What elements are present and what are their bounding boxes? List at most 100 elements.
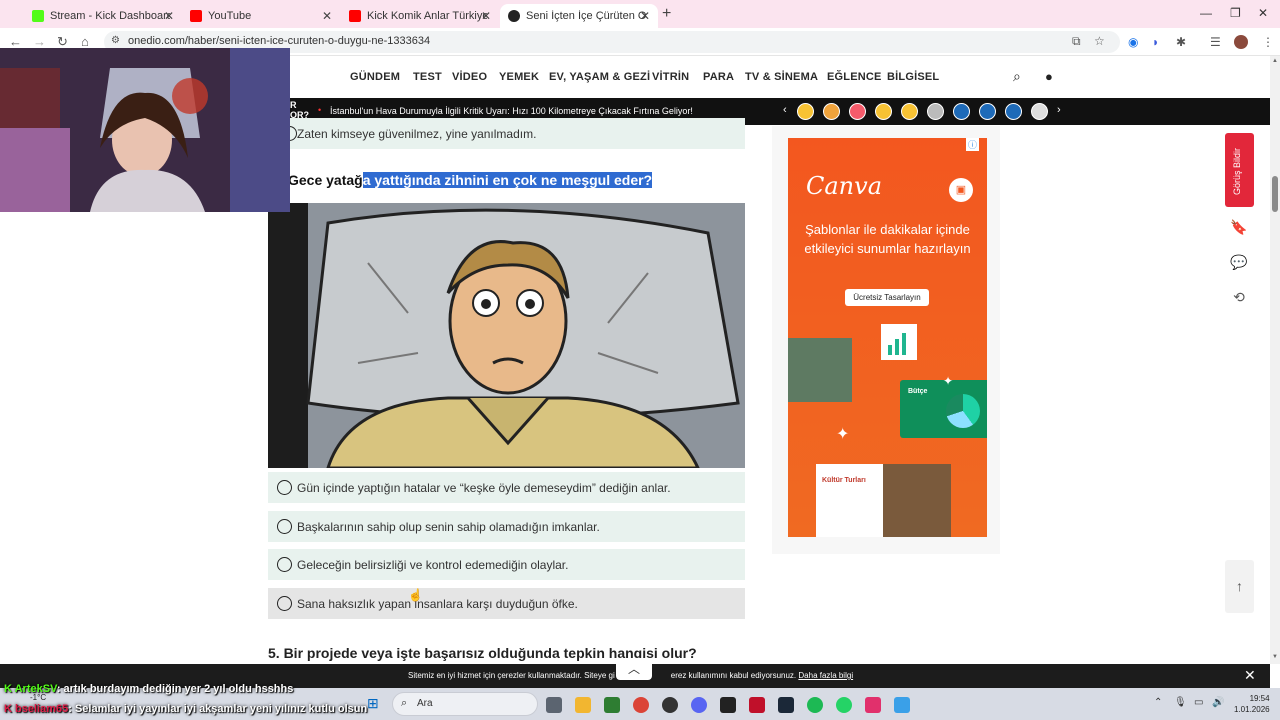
nav-video[interactable]: VİDEO: [452, 71, 487, 83]
site-info-icon[interactable]: ⚙: [111, 35, 120, 46]
question-title: Gece yatağa yattığında zihnini en çok ne…: [288, 172, 653, 188]
extensions-puzzle-icon[interactable]: ✱: [1176, 35, 1186, 49]
instagram-icon[interactable]: [865, 697, 881, 713]
answer-option-4[interactable]: Sana haksızlık yapan insanlara karşı duy…: [268, 588, 745, 619]
canva-logo: Canva: [806, 172, 882, 200]
tab-onedio[interactable]: Seni İçten İçe Çürüten O Duygu ✕: [500, 4, 658, 28]
taskbar-search[interactable]: ⌕ Ara: [392, 692, 538, 716]
reaction-icon[interactable]: [1031, 103, 1048, 120]
radio-icon[interactable]: [277, 480, 292, 495]
tab-youtube[interactable]: YouTube ✕: [182, 4, 340, 28]
spotify-icon[interactable]: [807, 697, 823, 713]
cookie-close-icon[interactable]: ✕: [1244, 667, 1256, 684]
chevron-left-icon[interactable]: ‹: [783, 104, 787, 116]
extension-audio-icon[interactable]: ◗: [1152, 35, 1159, 49]
close-icon[interactable]: ✕: [640, 9, 650, 23]
extension-blue-icon[interactable]: ◉: [1128, 35, 1138, 49]
nav-tv-sinema[interactable]: TV & SİNEMA: [745, 71, 818, 83]
answer-option-3[interactable]: Geleceğin belirsizliği ve kontrol edemed…: [268, 549, 745, 580]
app-icon[interactable]: [604, 697, 620, 713]
volume-icon[interactable]: 🔊: [1212, 697, 1224, 708]
nav-para[interactable]: PARA: [703, 71, 734, 83]
ad-info-icon[interactable]: ⓘ: [966, 138, 980, 151]
search-icon[interactable]: ⌕: [1013, 68, 1021, 85]
chat-text: : Selamlar iyi yayınlar iyi akşamlar yen…: [68, 703, 368, 715]
app-icon[interactable]: [749, 697, 765, 713]
radio-icon[interactable]: [277, 557, 292, 572]
reaction-icon[interactable]: [823, 103, 840, 120]
steam-icon[interactable]: [778, 697, 794, 713]
canva-ad[interactable]: ⓘ Canva ▣ Şablonlar ile dakikalar içinde…: [788, 138, 987, 537]
reaction-icon[interactable]: [927, 103, 944, 120]
scrollbar-thumb[interactable]: [1272, 176, 1278, 212]
scroll-up-icon[interactable]: ▲: [1272, 58, 1278, 64]
nav-gundem[interactable]: GÜNDEM: [350, 71, 400, 83]
feedback-button[interactable]: Görüş Bildir: [1225, 133, 1254, 207]
reading-list-icon[interactable]: ☰: [1210, 35, 1221, 49]
answer-option-1[interactable]: Gün içinde yaptığın hatalar ve “keşke öy…: [268, 472, 745, 503]
user-icon[interactable]: ●: [1045, 69, 1053, 84]
chrome-icon[interactable]: [633, 697, 649, 713]
bookmark-star-icon[interactable]: ☆: [1094, 34, 1105, 48]
scroll-to-top-button[interactable]: ↑: [1225, 560, 1254, 613]
reaction-icon[interactable]: [849, 103, 866, 120]
discord-icon[interactable]: [691, 697, 707, 713]
streamer-webcam-overlay: [0, 48, 290, 212]
whatsapp-icon[interactable]: [836, 697, 852, 713]
cookie-more-link[interactable]: Daha fazla bilgi: [798, 671, 853, 680]
taskbar-clock[interactable]: 19:54 1.01.2026: [1234, 693, 1270, 715]
close-icon[interactable]: ✕: [164, 9, 174, 23]
profile-avatar[interactable]: [1234, 35, 1248, 49]
worried-man-in-bed-image: [268, 203, 745, 468]
forward-icon[interactable]: →: [33, 34, 46, 49]
answer-option-2[interactable]: Başkalarının sahip olup senin sahip olam…: [268, 511, 745, 542]
obs-icon[interactable]: [662, 697, 678, 713]
nav-test[interactable]: TEST: [413, 71, 442, 83]
minimize-icon[interactable]: —: [1200, 6, 1212, 20]
app-icon[interactable]: [894, 697, 910, 713]
restore-icon[interactable]: ❐: [1230, 6, 1241, 20]
chevron-right-icon[interactable]: ›: [1057, 104, 1061, 116]
nav-bilgisel[interactable]: BİLGİSEL: [887, 71, 939, 83]
radio-icon[interactable]: [277, 519, 292, 534]
close-icon[interactable]: ✕: [481, 9, 491, 23]
nav-vitrin[interactable]: VİTRİN: [652, 71, 689, 83]
window-close-icon[interactable]: ✕: [1258, 6, 1268, 20]
ad-cta-button[interactable]: Ücretsiz Tasarlayın: [845, 289, 929, 306]
microphone-icon[interactable]: 🎙: [1174, 697, 1187, 708]
page-scrollbar[interactable]: ▲ ▼: [1270, 56, 1280, 664]
reaction-icon[interactable]: [875, 103, 892, 120]
reaction-icon[interactable]: [797, 103, 814, 120]
menu-kebab-icon[interactable]: ⋮: [1262, 35, 1274, 49]
budget-card: Bütçe: [900, 380, 987, 438]
radio-icon[interactable]: [277, 596, 292, 611]
nav-ev-yasam-gezi[interactable]: EV, YAŞAM & GEZİ: [549, 71, 650, 83]
ticker-headline[interactable]: İstanbul'un Hava Durumuyla İlgili Kritik…: [330, 106, 693, 116]
scroll-down-icon[interactable]: ▼: [1272, 654, 1278, 660]
comments-icon[interactable]: 💬: [1227, 250, 1251, 274]
reaction-icon[interactable]: [953, 103, 970, 120]
home-icon[interactable]: ⌂: [81, 34, 89, 49]
back-icon[interactable]: ←: [9, 34, 22, 49]
app-icon[interactable]: [720, 697, 736, 713]
chevron-up-icon[interactable]: ⌃: [1154, 697, 1162, 708]
kick-badge-icon: K: [4, 683, 12, 695]
windows-start-icon[interactable]: ⊞: [367, 695, 379, 712]
tab-kick-dashboard[interactable]: Stream - Kick Dashboard ✕: [24, 4, 182, 28]
install-icon[interactable]: ⧉: [1072, 34, 1081, 49]
new-tab-icon[interactable]: +: [662, 5, 671, 23]
nav-eglence[interactable]: EĞLENCE: [827, 71, 882, 83]
tab-kick-komik[interactable]: Kick Komik Anlar Türkiye Rewin ✕: [341, 4, 499, 28]
network-icon[interactable]: ▭: [1194, 697, 1203, 708]
close-icon[interactable]: ✕: [322, 9, 332, 23]
bookmark-icon[interactable]: 🔖: [1227, 215, 1251, 239]
reaction-icon[interactable]: [1005, 103, 1022, 120]
task-view-icon[interactable]: [546, 697, 562, 713]
reaction-icon[interactable]: [979, 103, 996, 120]
sparkle-icon: ✦: [836, 426, 850, 443]
nav-yemek[interactable]: YEMEK: [499, 71, 539, 83]
file-explorer-icon[interactable]: [575, 697, 591, 713]
reaction-icon[interactable]: [901, 103, 918, 120]
share-icon[interactable]: ⟲: [1227, 285, 1251, 309]
answer-option-previous[interactable]: Zaten kimseye güvenilmez, yine yanılmadı…: [268, 118, 745, 149]
